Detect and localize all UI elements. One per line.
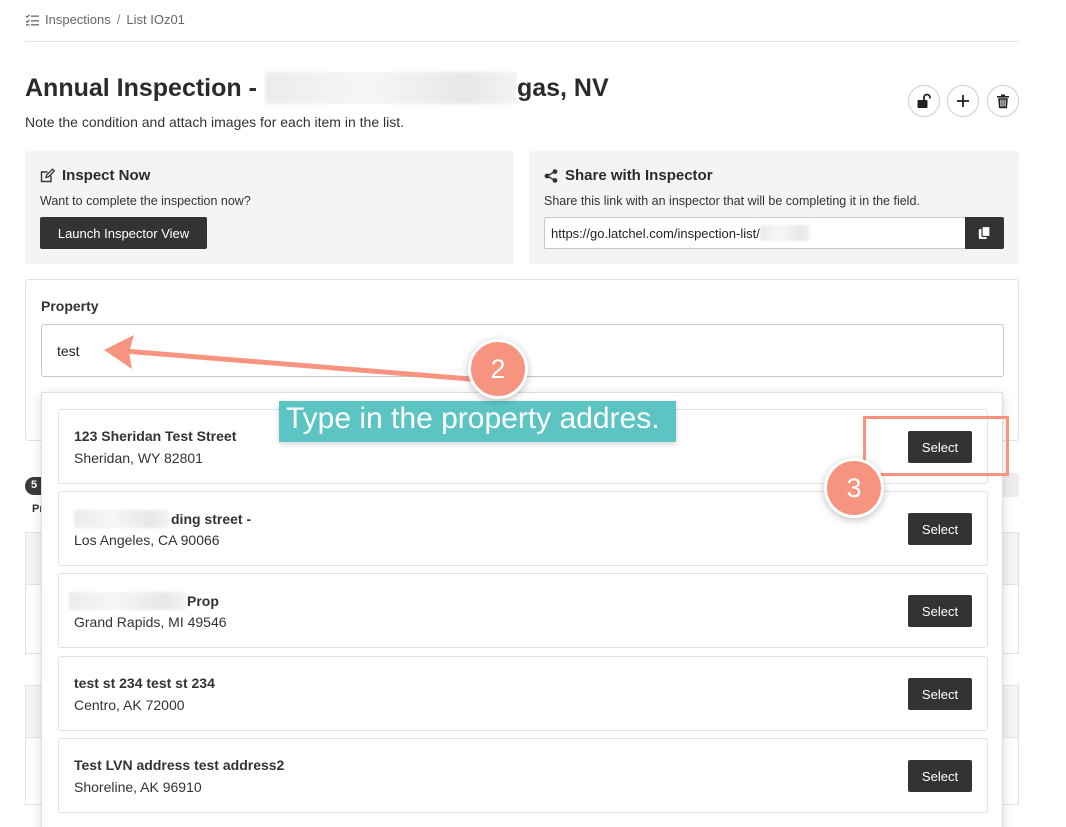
edit-icon [40, 168, 55, 183]
breadcrumb: Inspections / List IOz01 [25, 12, 185, 27]
select-property-button[interactable]: Select [908, 678, 972, 710]
share-link-value: https://go.latchel.com/inspection-list/ [551, 225, 760, 241]
inspect-now-card: Inspect Now Want to complete the inspect… [25, 151, 514, 264]
result-address: ding street - [74, 510, 251, 528]
breadcrumb-separator: / [116, 12, 121, 27]
trash-icon [997, 94, 1009, 108]
select-property-button[interactable]: Select [908, 760, 972, 792]
result-address: test st 234 test st 234 [74, 675, 215, 691]
result-address-text: Prop [187, 593, 219, 609]
breadcrumb-current: List IOz01 [126, 12, 185, 27]
result-address: Test LVN address test address2 [74, 757, 285, 773]
unlock-button[interactable] [908, 85, 940, 117]
inspect-now-title: Inspect Now [62, 167, 151, 184]
property-results-dropdown: 123 Sheridan Test Street Sheridan, WY 82… [41, 392, 1003, 827]
share-heading: Share with Inspector [544, 167, 713, 184]
page-subtitle: Note the condition and attach images for… [25, 114, 404, 130]
header-divider [25, 41, 1019, 42]
property-result-item[interactable]: Test LVN address test address2 Shoreline… [58, 738, 988, 813]
delete-button[interactable] [987, 85, 1019, 117]
redacted-address [264, 72, 517, 104]
select-property-button[interactable]: Select [908, 513, 972, 545]
inspect-now-description: Want to complete the inspection now? [40, 194, 251, 208]
step-2-marker: 2 [468, 339, 528, 399]
result-city: Grand Rapids, MI 49546 [74, 614, 227, 630]
add-button[interactable] [947, 85, 979, 117]
property-result-item[interactable]: test st 234 test st 234 Centro, AK 72000… [58, 656, 988, 731]
result-city: Los Angeles, CA 90066 [74, 532, 220, 548]
redacted-street [69, 592, 186, 610]
step-3-marker: 3 [824, 458, 884, 518]
copy-link-button[interactable] [965, 217, 1004, 249]
select-property-button[interactable]: Select [908, 595, 972, 627]
result-city: Shoreline, AK 96910 [74, 779, 202, 795]
property-input-value: test [57, 342, 80, 359]
result-address: 123 Sheridan Test Street [74, 428, 237, 444]
copy-icon [978, 226, 991, 239]
page-title-prefix: Annual Inspection - [25, 73, 257, 102]
share-title: Share with Inspector [565, 167, 713, 184]
page-title: Annual Inspection - gas, NV [25, 72, 609, 104]
result-address-text: ding street - [171, 511, 252, 527]
property-label: Property [41, 298, 99, 314]
share-description: Share this link with an inspector that w… [544, 194, 920, 208]
share-link-field[interactable]: https://go.latchel.com/inspection-list/ [544, 217, 966, 249]
breadcrumb-inspections-link[interactable]: Inspections [45, 12, 111, 27]
result-city: Sheridan, WY 82801 [74, 450, 203, 466]
redacted-link-id [759, 225, 810, 241]
share-icon [544, 168, 558, 183]
launch-inspector-view-button[interactable]: Launch Inspector View [40, 217, 207, 249]
inspect-now-heading: Inspect Now [40, 167, 150, 184]
plus-icon [957, 95, 969, 107]
share-inspector-card: Share with Inspector Share this link wit… [529, 151, 1019, 264]
page-title-suffix: gas, NV [516, 73, 609, 102]
step-2-callout: Type in the property addres. [279, 401, 676, 442]
checklist-icon [25, 13, 39, 25]
unlock-icon [917, 93, 931, 108]
result-address: Prop [69, 592, 219, 610]
property-result-item[interactable]: Prop Grand Rapids, MI 49546 Select [58, 573, 988, 648]
select-highlight-box [863, 416, 1009, 476]
redacted-street [74, 510, 169, 528]
result-city: Centro, AK 72000 [74, 697, 185, 713]
